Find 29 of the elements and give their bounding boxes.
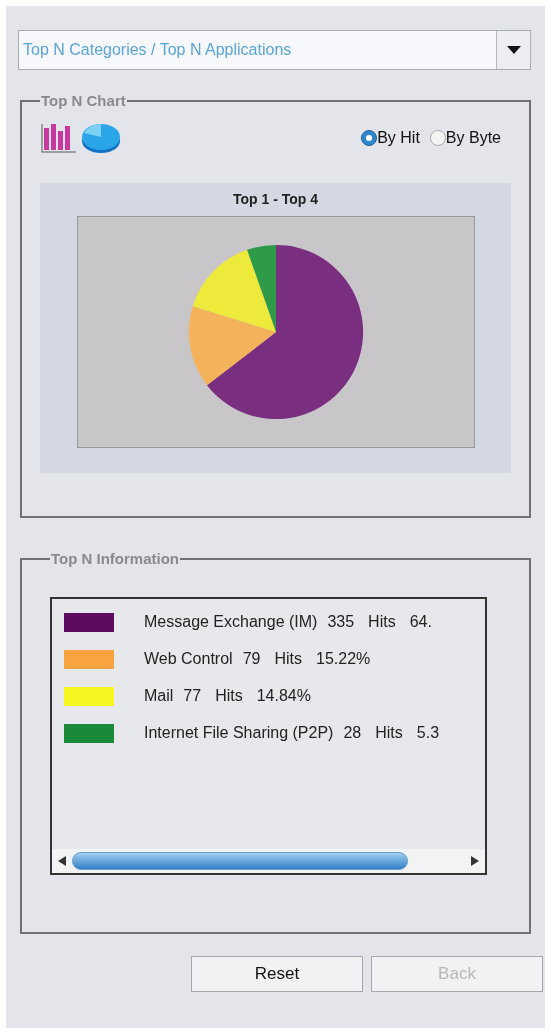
legend-name: Message Exchange (IM) xyxy=(144,612,318,632)
hit-count: 28 xyxy=(343,723,362,743)
horizontal-scrollbar[interactable] xyxy=(52,848,485,873)
hit-count: 79 xyxy=(242,649,261,669)
hit-percent: 14.84% xyxy=(256,686,311,706)
radio-option[interactable]: By Byte xyxy=(429,125,501,150)
hit-unit: Hits xyxy=(215,686,243,706)
radio-option[interactable]: By Hit xyxy=(361,125,420,150)
hit-unit: Hits xyxy=(375,723,403,743)
group-title: Top N Information xyxy=(50,549,181,569)
action-button[interactable]: Reset xyxy=(191,956,363,992)
scroll-thumb[interactable] xyxy=(72,851,408,870)
group-title: Top N Chart xyxy=(40,91,127,111)
hit-unit: Hits xyxy=(274,649,302,669)
legend-name: Mail xyxy=(144,686,174,706)
hit-unit: Hits xyxy=(368,612,396,632)
chart-title: Top 1 - Top 4 xyxy=(233,189,318,209)
legend-name: Internet File Sharing (P2P) xyxy=(144,723,334,743)
right-arrow-icon[interactable] xyxy=(471,855,479,866)
bar-chart-icon[interactable] xyxy=(40,121,78,154)
hit-count: 77 xyxy=(183,686,202,706)
legend-name: Web Control xyxy=(144,649,233,669)
caret-icon[interactable] xyxy=(496,31,530,69)
left-arrow-icon[interactable] xyxy=(58,855,66,866)
hit-count: 335 xyxy=(327,612,355,632)
hit-percent: 15.22% xyxy=(316,649,371,669)
hit-percent: 64. xyxy=(409,612,432,632)
hit-percent: 5.3 xyxy=(416,723,440,743)
dropdown-value: Top N Categories / Top N Applications xyxy=(22,40,293,60)
